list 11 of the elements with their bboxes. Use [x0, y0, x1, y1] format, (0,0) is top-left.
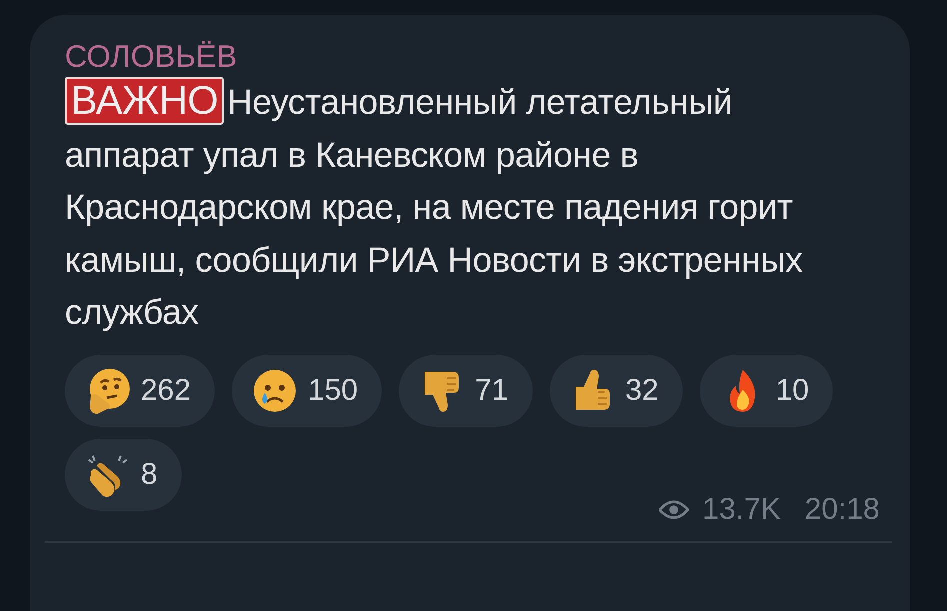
views-eye-icon [658, 500, 689, 520]
message-time: 20:18 [804, 492, 880, 526]
reaction-button[interactable]: 32 [550, 354, 683, 426]
reaction-button[interactable]: 8 [65, 438, 182, 510]
reaction-button[interactable]: 10 [700, 354, 834, 426]
message-text: ВАЖНО Неустановленный летательный аппарат упал в Каневском районе в Краснодарском крае, на месте падения горит камыш, сообщили РИА Новости в экстренных службах [65, 77, 804, 334]
channel-name: СОЛОВЬЁВ [65, 38, 238, 76]
reaction-button[interactable]: 71 [399, 354, 532, 426]
reaction-button[interactable]: 262 [65, 354, 216, 426]
reaction-button[interactable]: 150 [232, 354, 382, 426]
view-count: 13.7K [702, 492, 781, 526]
